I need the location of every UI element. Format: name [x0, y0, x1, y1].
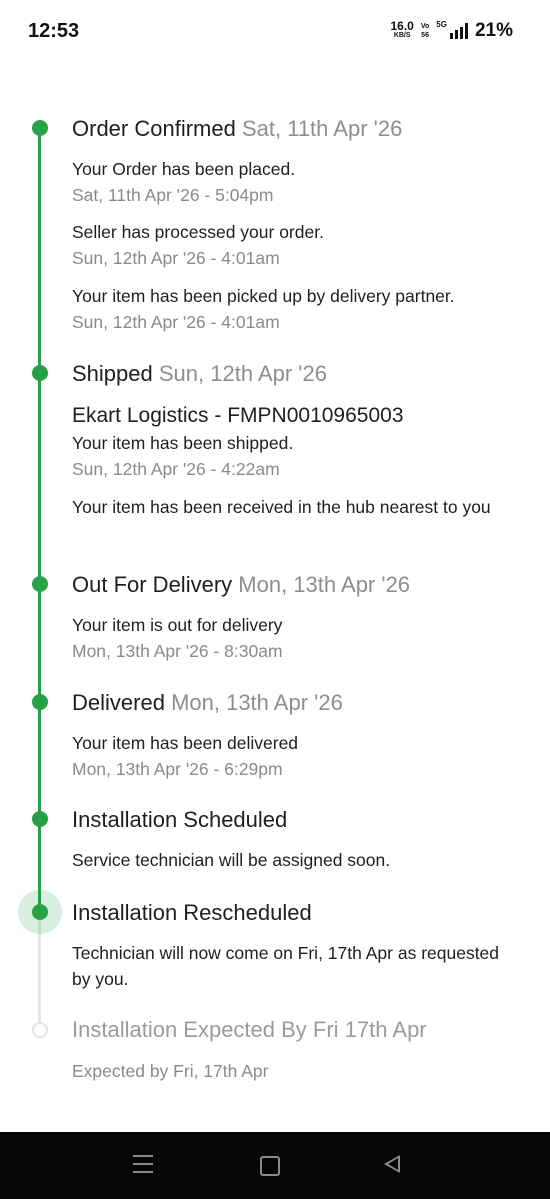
step-header-installation-expected: Installation Expected By Fri 17th Apr: [72, 1017, 427, 1043]
event-time: Sat, 11th Apr '26 - 5:04pm: [72, 185, 274, 205]
event-time: Sun, 12th Apr '26 - 4:22am: [72, 459, 280, 479]
step-header-order-confirmed: Order Confirmed Sat, 11th Apr '26: [72, 116, 402, 142]
event-text: Your item has been shipped.: [72, 433, 294, 453]
step-completed-dot: [32, 694, 48, 710]
event-text: Seller has processed your order.: [72, 222, 324, 242]
step-title: Delivered: [72, 690, 165, 715]
step-title: Installation Expected By Fri 17th Apr: [72, 1017, 427, 1042]
event-time: Sun, 12th Apr '26 - 4:01am: [72, 312, 280, 332]
step-pending-dot: [32, 1022, 48, 1038]
step-completed-dot: [32, 576, 48, 592]
step-header-installation-scheduled: Installation Scheduled: [72, 807, 287, 833]
menu-icon[interactable]: [133, 1155, 153, 1179]
step-date: Mon, 13th Apr '26: [171, 690, 343, 715]
step-title: Order Confirmed: [72, 116, 236, 141]
event-text: Technician will now come on Fri, 17th Ap…: [72, 943, 500, 989]
event-text: Your item is out for delivery: [72, 615, 283, 635]
system-navigation-bar: [0, 1132, 550, 1199]
event-text: Your item has been delivered: [72, 733, 299, 753]
step-date: Sun, 12th Apr '26: [158, 361, 327, 386]
event-text: Your Order has been placed.: [72, 159, 296, 179]
step-completed-dot: [32, 811, 48, 827]
event-time: Mon, 13th Apr '26 - 6:29pm: [72, 759, 283, 779]
event-text: Service technician will be assigned soon…: [72, 850, 391, 870]
step-header-delivered: Delivered Mon, 13th Apr '26: [72, 690, 343, 716]
step-title: Installation Scheduled: [72, 807, 288, 832]
event-time: Expected by Fri, 17th Apr: [72, 1061, 269, 1081]
order-tracking-timeline: Order Confirmed Sat, 11th Apr '26 Your O…: [0, 0, 550, 1130]
event-time: Sun, 12th Apr '26 - 4:01am: [72, 248, 280, 268]
step-current-dot: [32, 904, 48, 920]
step-header-out-for-delivery: Out For Delivery Mon, 13th Apr '26: [72, 572, 410, 598]
step-header-shipped: Shipped Sun, 12th Apr '26: [72, 361, 327, 387]
step-completed-dot: [32, 365, 48, 381]
step-header-installation-rescheduled: Installation Rescheduled: [72, 900, 312, 926]
courier-tracking-id[interactable]: Ekart Logistics - FMPN0010965003: [72, 404, 404, 428]
step-date: Sat, 11th Apr '26: [241, 116, 403, 141]
step-title: Out For Delivery: [72, 572, 233, 597]
event-time: Mon, 13th Apr '26 - 8:30am: [72, 641, 283, 661]
event-text: Your item has been received in the hub n…: [72, 497, 491, 517]
step-date: Mon, 13th Apr '26: [238, 572, 411, 597]
home-icon[interactable]: [260, 1156, 280, 1176]
event-text: Your item has been picked up by delivery…: [72, 286, 455, 306]
step-title: Shipped: [72, 361, 153, 386]
timeline-line-completed: [38, 128, 41, 912]
back-icon[interactable]: [384, 1155, 400, 1173]
step-completed-dot: [32, 120, 48, 136]
step-title: Installation Rescheduled: [72, 900, 312, 925]
